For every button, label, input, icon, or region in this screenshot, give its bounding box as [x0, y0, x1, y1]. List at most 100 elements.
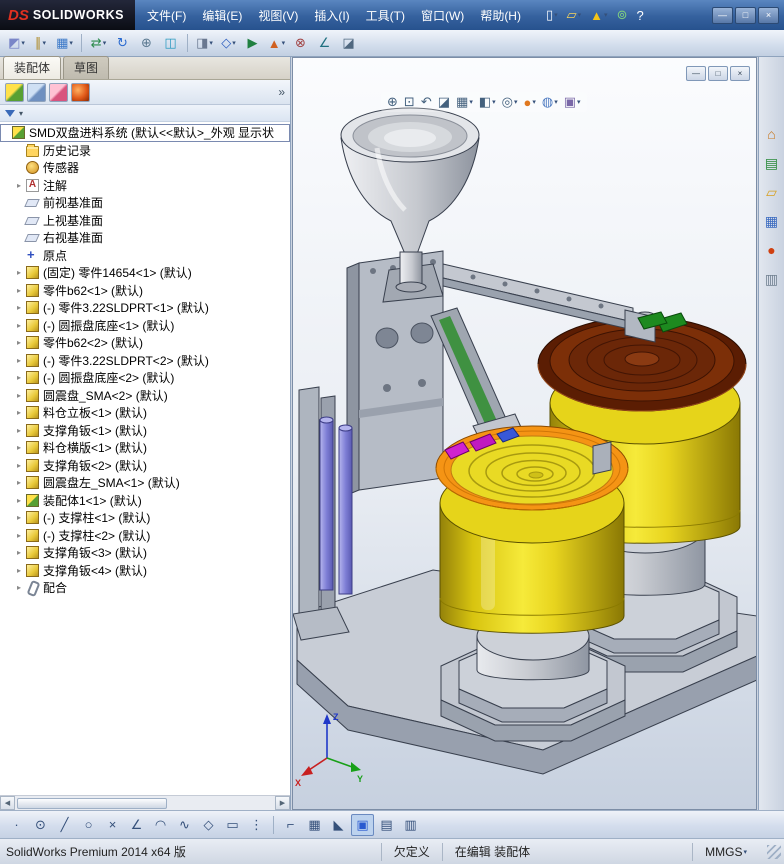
tree-item[interactable]: 料仓横版<1> (默认) — [0, 439, 290, 457]
expander-icon[interactable] — [17, 391, 26, 400]
rotate-component-icon[interactable]: ↻ — [111, 32, 134, 54]
interference-detection-icon[interactable]: ⊗ — [289, 32, 312, 54]
line-icon[interactable]: ╱ — [53, 814, 76, 836]
previous-view-icon[interactable]: ↶ — [419, 93, 434, 111]
expander-icon[interactable] — [17, 443, 26, 452]
connect-icon[interactable]: ⊚ — [614, 5, 631, 25]
tree-item[interactable]: (-) 支撑柱<1> (默认) — [0, 509, 290, 527]
configurationmanager-tab[interactable] — [49, 82, 68, 102]
section-view-icon[interactable]: ◪ — [337, 32, 360, 54]
alert-icon[interactable]: ▲ — [587, 5, 610, 25]
expander-icon[interactable] — [17, 268, 26, 277]
motion-study-icon[interactable]: ▶ — [241, 32, 264, 54]
tree-item[interactable]: (-) 零件3.22SLDPRT<1> (默认) — [0, 299, 290, 317]
expander-icon[interactable] — [17, 321, 26, 330]
menu-item[interactable]: 文件(F) — [139, 0, 194, 30]
tree-item[interactable]: 右视基准面 — [0, 229, 290, 247]
menu-item[interactable]: 工具(T) — [358, 0, 413, 30]
expander-icon[interactable] — [17, 478, 26, 487]
view-settings-icon[interactable]: ▣ — [562, 93, 583, 111]
tree-item[interactable]: 配合 — [0, 579, 290, 597]
expander-icon[interactable] — [17, 566, 26, 575]
new-document-icon[interactable]: ▯ — [543, 5, 561, 25]
point-icon[interactable]: · — [5, 814, 28, 836]
tree-item[interactable]: 原点 — [0, 247, 290, 265]
resize-grip[interactable] — [767, 844, 781, 859]
insert-component-icon[interactable]: ◩ — [5, 32, 28, 54]
close-button[interactable]: × — [758, 6, 779, 24]
view-palette-icon[interactable]: ▦ — [763, 212, 781, 230]
scroll-thumb[interactable] — [17, 797, 167, 809]
units-selector[interactable]: MMGS — [692, 842, 759, 861]
circle-icon[interactable]: ⊙ — [29, 814, 52, 836]
open-icon[interactable]: ▱ — [564, 5, 585, 25]
rectangle-icon[interactable]: ▭ — [221, 814, 244, 836]
maximize-button[interactable]: □ — [735, 6, 756, 24]
propertymanager-tab[interactable] — [27, 82, 46, 102]
expander-icon[interactable] — [17, 181, 26, 190]
custom-properties-icon[interactable]: ▥ — [763, 270, 781, 288]
menu-item[interactable]: 视图(V) — [250, 0, 306, 30]
expander-icon[interactable] — [17, 513, 26, 522]
zoom-fit-icon[interactable]: ⊕ — [385, 93, 400, 111]
tree-item[interactable]: 零件b62<2> (默认) — [0, 334, 290, 352]
tree-item[interactable]: (-) 支撑柱<2> (默认) — [0, 527, 290, 545]
tree-item[interactable]: 料仓立板<1> (默认) — [0, 404, 290, 422]
featuremanager-tab[interactable] — [5, 82, 24, 102]
scroll-left-button[interactable]: ◀ — [0, 796, 15, 810]
more-sketch-tools-icon[interactable]: ⋮ — [245, 814, 268, 836]
display-style-icon[interactable]: ◧ — [477, 93, 498, 111]
expander-icon[interactable] — [17, 373, 26, 382]
quick-snaps-icon[interactable]: ◣ — [327, 814, 350, 836]
doc-restore-button[interactable]: □ — [708, 66, 728, 81]
tree-item[interactable]: 传感器 — [0, 159, 290, 177]
menu-item[interactable]: 帮助(H) — [472, 0, 529, 30]
show-hidden-components-icon[interactable]: ◫ — [159, 32, 182, 54]
displaymanager-tab[interactable] — [71, 82, 90, 102]
expander-icon[interactable] — [17, 338, 26, 347]
expander-icon[interactable] — [17, 461, 26, 470]
zoom-area-icon[interactable]: ⊡ — [402, 93, 417, 111]
design-library-icon[interactable]: ▤ — [763, 154, 781, 172]
linear-pattern-icon[interactable]: ▦ — [53, 32, 76, 54]
filter-dropdown-arrow[interactable]: ▾ — [19, 109, 23, 118]
sketch-relations-icon[interactable]: ⌐ — [279, 814, 302, 836]
tree-horizontal-scrollbar[interactable]: ◀ ▶ — [0, 795, 290, 810]
tree-item[interactable]: 支撑角钣<4> (默认) — [0, 562, 290, 580]
tree-item[interactable]: 圆震盘_SMA<2> (默认) — [0, 387, 290, 405]
hide-show-items-icon[interactable]: ◎ — [500, 93, 520, 111]
resources-home-icon[interactable]: ⌂ — [763, 125, 781, 143]
expander-icon[interactable] — [17, 583, 26, 592]
expander-icon[interactable] — [17, 356, 26, 365]
shaded-sketch-icon[interactable]: ▣ — [351, 813, 374, 836]
filter-icon[interactable] — [5, 109, 15, 117]
apply-scene-icon[interactable]: ◍ — [540, 93, 560, 111]
edit-appearance-icon[interactable]: ● — [522, 94, 538, 111]
exploded-view-icon[interactable]: ▲ — [265, 32, 288, 54]
panel-tab[interactable]: 草图 — [63, 56, 110, 79]
panel-expand-chevron[interactable]: » — [278, 85, 285, 99]
smart-dimension-icon[interactable]: ∠ — [125, 814, 148, 836]
scroll-right-button[interactable]: ▶ — [275, 796, 290, 810]
trim-entities-icon[interactable]: × — [101, 814, 124, 836]
model-canvas[interactable]: Z X Y — [293, 58, 757, 810]
view-orientation-icon[interactable]: ▦ — [454, 93, 475, 111]
panel-tab[interactable]: 装配体 — [3, 56, 62, 79]
tree-item[interactable]: (-) 圆振盘底座<1> (默认) — [0, 317, 290, 335]
expander-icon[interactable] — [17, 408, 26, 417]
menu-item[interactable]: 窗口(W) — [413, 0, 472, 30]
measure-icon[interactable]: ∠ — [313, 32, 336, 54]
expander-icon[interactable] — [17, 496, 26, 505]
expander-icon[interactable] — [17, 548, 26, 557]
graphics-area[interactable]: Z X Y ⊕⊡↶◪▦◧◎●◍▣ —□× — [292, 57, 757, 810]
mate-icon[interactable]: ∥ — [29, 32, 52, 54]
assembly-features-icon[interactable]: ◨ — [193, 32, 216, 54]
tree-item[interactable]: 注解 — [0, 177, 290, 195]
tree-item[interactable]: 前视基准面 — [0, 194, 290, 212]
tree-item[interactable]: 装配体1<1> (默认) — [0, 492, 290, 510]
tree-item[interactable]: 圆震盘左_SMA<1> (默认) — [0, 474, 290, 492]
section-view-icon[interactable]: ◪ — [436, 93, 452, 111]
smart-fasteners-icon[interactable]: ⊕ — [135, 32, 158, 54]
appearances-icon[interactable]: ● — [763, 241, 781, 259]
expander-icon[interactable] — [17, 531, 26, 540]
